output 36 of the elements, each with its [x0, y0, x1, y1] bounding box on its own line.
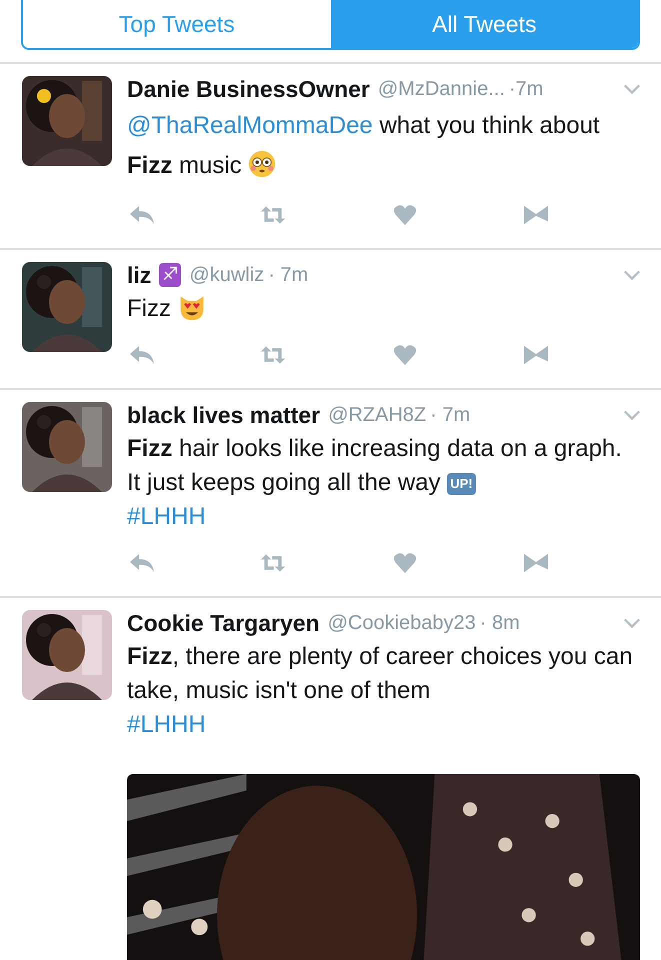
zodiac-badge: ♐ — [159, 263, 182, 287]
user-handle[interactable]: @MzDannie... — [378, 78, 505, 100]
tab[interactable]: All Tweets — [330, 0, 638, 48]
link[interactable]: #LHHH — [127, 503, 206, 530]
link[interactable]: @ThaRealMommaDee — [127, 112, 373, 139]
reply-icon[interactable] — [129, 344, 155, 366]
tweet-text: Fizz hair looks like increasing data on a graph. It just keeps going all the way UP! #LHHH — [127, 434, 623, 532]
user-handle[interactable]: @RZAH8Z — [328, 404, 426, 426]
flushed-emoji-icon — [248, 150, 276, 178]
user-name[interactable]: liz — [127, 262, 152, 288]
tweet-text: @ThaRealMommaDee what you think about Fizz music — [127, 111, 601, 181]
user-name[interactable]: Danie BusinessOwner — [127, 76, 370, 102]
heart-icon[interactable] — [392, 552, 418, 574]
tweet-time: ·7m — [508, 78, 544, 100]
user-handle[interactable]: @kuwliz — [189, 264, 264, 286]
tweet-time: · 8m — [480, 612, 520, 634]
tweet-text: Fizz, there are plenty of career choices you can take, music isn't one of them #LHHH — [127, 642, 634, 740]
retweet-icon[interactable] — [260, 204, 286, 226]
tweet-time: · 7m — [430, 404, 470, 426]
chevron-down-icon[interactable] — [623, 83, 641, 95]
reply-icon[interactable] — [129, 552, 155, 574]
retweet-icon[interactable] — [260, 552, 286, 574]
retweet-icon[interactable] — [260, 344, 286, 366]
chevron-down-icon[interactable] — [623, 409, 641, 421]
up-badge: UP! — [447, 473, 476, 495]
user-name[interactable]: black lives matter — [127, 402, 320, 428]
heart-icon[interactable] — [392, 204, 418, 226]
reply-icon[interactable] — [129, 204, 155, 226]
chevron-down-icon[interactable] — [623, 269, 641, 281]
user-name[interactable]: Cookie Targaryen — [127, 610, 320, 636]
tweet-text: Fizz — [127, 292, 641, 326]
link[interactable]: #LHHH — [127, 711, 206, 738]
user-handle[interactable]: @Cookiebaby23 — [328, 612, 476, 634]
heart-icon[interactable] — [392, 344, 418, 366]
chevron-down-icon[interactable] — [623, 617, 641, 629]
tweet-time: · 7m — [268, 264, 308, 286]
